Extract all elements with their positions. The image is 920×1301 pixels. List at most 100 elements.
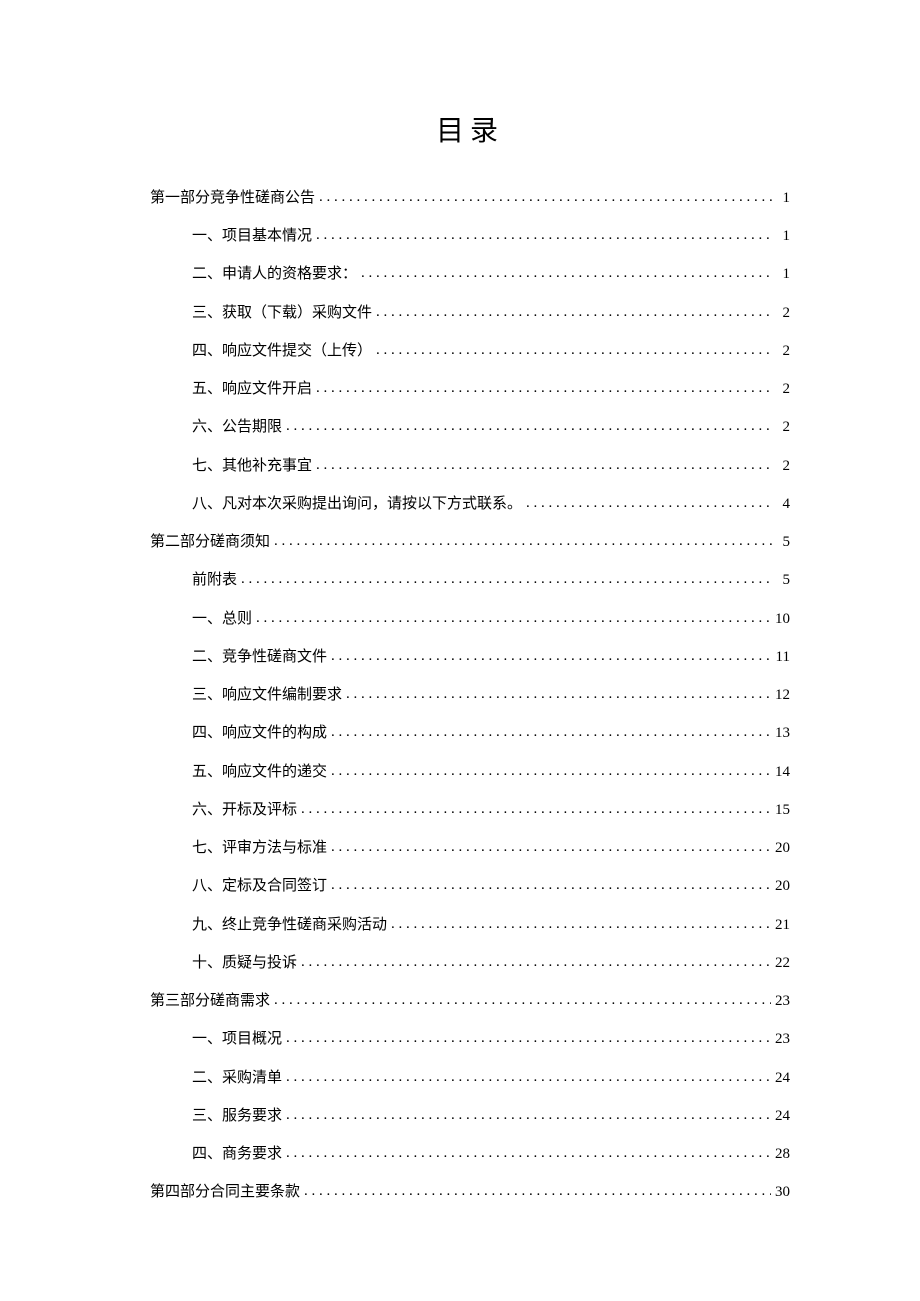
toc-entry-page: 12 <box>775 676 790 714</box>
toc-entry-page: 2 <box>776 447 790 485</box>
toc-leader-dots <box>286 1019 771 1057</box>
toc-leader-dots <box>241 560 772 598</box>
toc-entry-text: 八、定标及合同签订 <box>192 867 327 905</box>
toc-leader-dots <box>376 293 772 331</box>
toc-entry: 一、总则 10 <box>150 600 790 638</box>
toc-entry-page: 1 <box>776 179 790 217</box>
toc-entry: 三、响应文件编制要求 12 <box>150 676 790 714</box>
toc-leader-dots <box>331 866 771 904</box>
toc-entry-text: 三、获取（下载）采购文件 <box>192 294 372 332</box>
toc-entry-text: 三、服务要求 <box>192 1097 282 1135</box>
toc-entry-page: 2 <box>776 294 790 332</box>
toc-entry-page: 14 <box>775 753 790 791</box>
toc-entry: 二、采购清单 24 <box>150 1059 790 1097</box>
toc-entry-text: 二、申请人的资格要求： <box>192 255 357 293</box>
toc-entry-page: 1 <box>776 255 790 293</box>
toc-entry: 七、评审方法与标准 20 <box>150 829 790 867</box>
toc-leader-dots <box>286 407 772 445</box>
toc-entry-text: 七、其他补充事宜 <box>192 447 312 485</box>
toc-title: 目录 <box>150 109 790 149</box>
toc-entry-page: 4 <box>776 485 790 523</box>
toc-entry-page: 2 <box>776 332 790 370</box>
toc-entry-page: 20 <box>775 867 790 905</box>
toc-entry-page: 5 <box>776 523 790 561</box>
toc-entry: 二、申请人的资格要求： 1 <box>150 255 790 293</box>
toc-entry-text: 十、质疑与投诉 <box>192 944 297 982</box>
toc-leader-dots <box>274 522 772 560</box>
toc-leader-dots <box>331 713 771 751</box>
toc-entry: 第一部分竞争性磋商公告 1 <box>150 179 790 217</box>
table-of-contents: 第一部分竞争性磋商公告1一、项目基本情况1二、申请人的资格要求：1三、获取（下载… <box>150 179 790 1212</box>
toc-entry-page: 5 <box>776 561 790 599</box>
toc-entry-text: 二、竞争性磋商文件 <box>192 638 327 676</box>
toc-entry-page: 28 <box>775 1135 790 1173</box>
toc-entry-text: 一、项目基本情况 <box>192 217 312 255</box>
toc-entry-text: 七、评审方法与标准 <box>192 829 327 867</box>
toc-entry: 五、响应文件开启 2 <box>150 370 790 408</box>
toc-entry-text: 四、响应文件的构成 <box>192 714 327 752</box>
toc-entry: 九、终止竞争性磋商采购活动21 <box>150 906 790 944</box>
toc-leader-dots <box>286 1058 771 1096</box>
toc-leader-dots <box>331 752 771 790</box>
toc-entry-text: 六、开标及评标 <box>192 791 297 829</box>
toc-entry: 四、响应文件提交（上传） 2 <box>150 332 790 370</box>
toc-entry-text: 五、响应文件开启 <box>192 370 312 408</box>
toc-leader-dots <box>346 675 771 713</box>
toc-entry-page: 24 <box>775 1097 790 1135</box>
toc-entry-page: 21 <box>775 906 790 944</box>
toc-entry: 六、公告期限 2 <box>150 408 790 446</box>
toc-entry: 二、竞争性磋商文件 11 <box>150 638 790 676</box>
toc-entry: 八、凡对本次采购提出询问，请按以下方式联系。4 <box>150 485 790 523</box>
toc-leader-dots <box>304 1172 771 1210</box>
toc-entry-page: 2 <box>776 408 790 446</box>
toc-entry: 一、项目概况 23 <box>150 1020 790 1058</box>
toc-leader-dots <box>316 216 772 254</box>
toc-leader-dots <box>376 331 772 369</box>
toc-entry: 五、响应文件的递交14 <box>150 753 790 791</box>
toc-leader-dots <box>301 943 771 981</box>
document-page: 目录 第一部分竞争性磋商公告1一、项目基本情况1二、申请人的资格要求：1三、获取… <box>0 0 920 1212</box>
toc-entry-page: 11 <box>776 638 790 676</box>
toc-entry: 第四部分合同主要条款 30 <box>150 1173 790 1211</box>
toc-entry-text: 四、响应文件提交（上传） <box>192 332 372 370</box>
toc-entry-page: 1 <box>776 217 790 255</box>
toc-entry: 三、服务要求 24 <box>150 1097 790 1135</box>
toc-entry-page: 20 <box>775 829 790 867</box>
toc-leader-dots <box>316 369 772 407</box>
toc-entry: 四、商务要求28 <box>150 1135 790 1173</box>
toc-entry: 四、响应文件的构成 13 <box>150 714 790 752</box>
toc-leader-dots <box>526 484 772 522</box>
toc-entry: 八、定标及合同签订 20 <box>150 867 790 905</box>
toc-leader-dots <box>301 790 771 828</box>
toc-leader-dots <box>274 981 771 1019</box>
toc-entry-text: 前附表 <box>192 561 237 599</box>
toc-entry: 六、开标及评标 15 <box>150 791 790 829</box>
toc-entry-page: 13 <box>775 714 790 752</box>
toc-leader-dots <box>286 1096 771 1134</box>
toc-leader-dots <box>256 599 771 637</box>
toc-entry-text: 第二部分磋商须知 <box>150 523 270 561</box>
toc-leader-dots <box>361 254 772 292</box>
toc-entry-page: 30 <box>775 1173 790 1211</box>
toc-entry-page: 10 <box>775 600 790 638</box>
toc-entry-text: 二、采购清单 <box>192 1059 282 1097</box>
toc-entry: 第三部分磋商需求23 <box>150 982 790 1020</box>
toc-leader-dots <box>391 905 771 943</box>
toc-entry-text: 一、总则 <box>192 600 252 638</box>
toc-entry: 第二部分磋商须知 5 <box>150 523 790 561</box>
toc-entry-text: 三、响应文件编制要求 <box>192 676 342 714</box>
toc-entry-page: 24 <box>775 1059 790 1097</box>
toc-entry-page: 23 <box>775 1020 790 1058</box>
toc-entry-page: 2 <box>776 370 790 408</box>
toc-entry-page: 15 <box>775 791 790 829</box>
toc-entry: 三、获取（下载）采购文件 2 <box>150 294 790 332</box>
toc-leader-dots <box>286 1134 771 1172</box>
toc-entry-page: 22 <box>775 944 790 982</box>
toc-entry-text: 第四部分合同主要条款 <box>150 1173 300 1211</box>
toc-entry-text: 一、项目概况 <box>192 1020 282 1058</box>
toc-leader-dots <box>331 828 771 866</box>
toc-entry-text: 六、公告期限 <box>192 408 282 446</box>
toc-entry-text: 第一部分竞争性磋商公告 <box>150 179 315 217</box>
toc-leader-dots <box>319 178 772 216</box>
toc-entry: 前附表 5 <box>150 561 790 599</box>
